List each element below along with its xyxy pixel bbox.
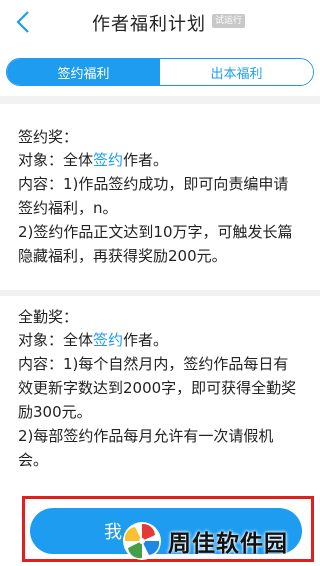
signing-link[interactable]: 签约 [93,151,123,169]
page-title: 作者福利计划 [92,14,206,35]
target-suffix: 作者。 [123,331,169,349]
tab-publishing-benefits[interactable]: 出本福利 [160,59,313,85]
signing-award-card: 签约奖： 对象：全体签约作者。 内容：1)作品签约成功，即可向责编申请签约福利，… [0,104,320,290]
attendance-award-card: 全勤奖： 对象：全体签约作者。 内容：1)每个自然月内，签约作品每日有效更新字数… [0,296,320,496]
signing-link[interactable]: 签约 [93,331,123,349]
chevron-left-icon [16,11,29,33]
header-bar: 作者福利计划 试运行 [0,0,320,44]
watermark: 周佳软件园 [122,518,320,564]
target-line: 对象：全体签约作者。 [18,328,302,352]
back-button[interactable] [8,6,38,38]
watermark-text: 周佳软件园 [168,531,288,557]
section-divider [0,96,320,102]
target-line: 对象：全体签约作者。 [18,148,302,172]
content-line-1: 内容：1)作品签约成功，即可向责编申请签约福利，n。 [18,175,289,217]
target-suffix: 作者。 [123,151,169,169]
section-title: 全勤奖： [18,308,79,326]
content-line-2: 2)签约作品正文达到10万字，可触发长篇隐藏福利，再获得奖励200元。 [18,223,293,265]
trial-badge: 试运行 [212,14,246,28]
target-prefix: 对象：全体 [18,331,94,349]
tab-signing-benefits[interactable]: 签约福利 [7,59,160,85]
target-prefix: 对象：全体 [18,151,94,169]
pinwheel-logo-icon [123,522,161,560]
tab-switcher: 签约福利 出本福利 [6,58,314,86]
section-title: 签约奖： [18,128,79,146]
content-line-1: 内容：1)每个自然月内，签约作品每日有效更新字数达到2000字，即可获得全勤奖励… [18,355,297,421]
content-line-2: 2)每部签约作品每月允许有一次请假机会。 [18,427,274,469]
